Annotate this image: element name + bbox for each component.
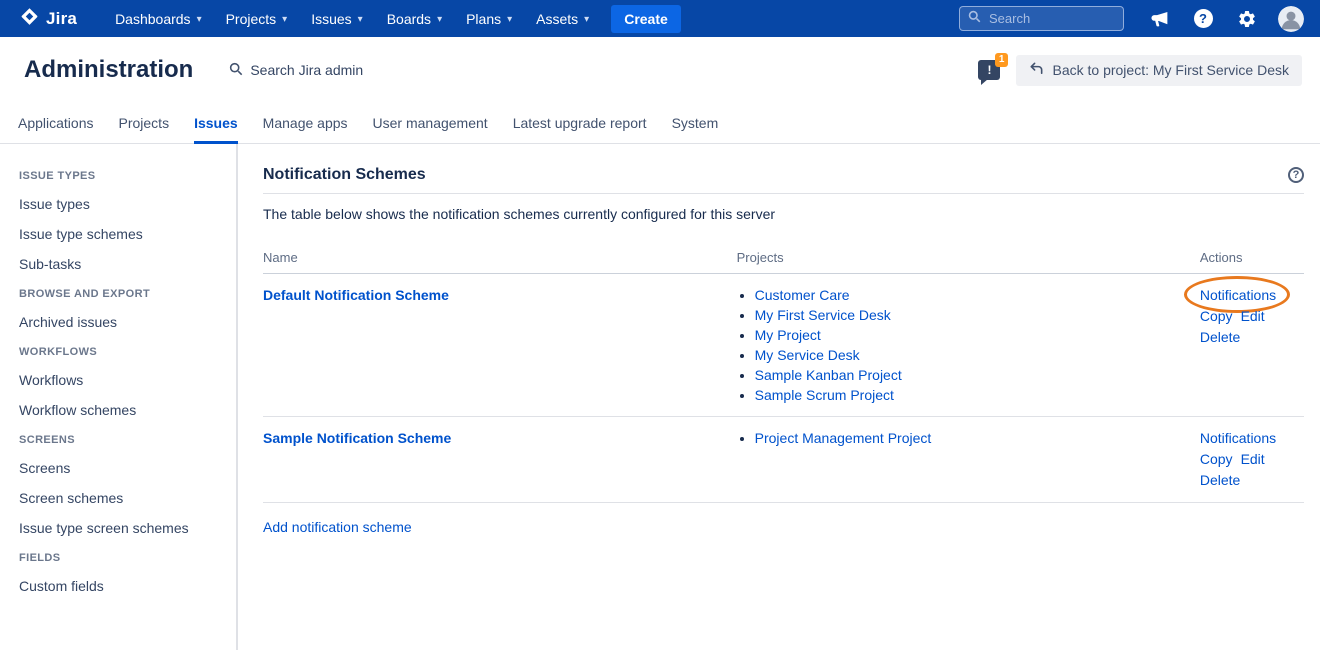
project-link[interactable]: Customer Care xyxy=(755,287,850,303)
section-title: Notification Schemes xyxy=(263,166,426,184)
copy-action-link[interactable]: Copy xyxy=(1200,451,1233,467)
jira-logo-text: Jira xyxy=(46,9,77,29)
sidebar-section-screens: SCREENS xyxy=(19,434,226,446)
nav-item-assets[interactable]: Assets▾ xyxy=(524,0,601,37)
sidebar-item-issue-type-screen-schemes[interactable]: Issue type screen schemes xyxy=(19,518,226,538)
sidebar-section-fields: FIELDS xyxy=(19,552,226,564)
avatar xyxy=(1278,6,1304,32)
back-arrow-icon xyxy=(1029,61,1044,79)
tab-applications[interactable]: Applications xyxy=(18,103,94,144)
tab-user-management[interactable]: User management xyxy=(373,103,488,144)
list-item: Project Management Project xyxy=(755,430,1200,446)
edit-action-link[interactable]: Edit xyxy=(1241,308,1265,324)
admin-search-label: Search Jira admin xyxy=(250,62,363,78)
chevron-down-icon: ▾ xyxy=(584,14,589,25)
top-navigation: Jira Dashboards▾ Projects▾ Issues▾ Board… xyxy=(0,0,1320,37)
feedback-bubble-icon[interactable]: ! 1 xyxy=(978,60,1000,80)
table-row: Sample Notification Scheme Project Manag… xyxy=(263,417,1304,503)
delete-action-link[interactable]: Delete xyxy=(1200,472,1240,488)
chevron-down-icon: ▾ xyxy=(282,14,287,25)
chevron-down-icon: ▾ xyxy=(197,14,202,25)
gear-icon[interactable] xyxy=(1232,4,1262,34)
global-search[interactable] xyxy=(959,6,1124,31)
admin-sidebar: ISSUE TYPES Issue types Issue type schem… xyxy=(0,144,238,650)
admin-header: Administration Search Jira admin ! 1 Bac… xyxy=(0,37,1320,103)
search-icon xyxy=(968,10,981,28)
sidebar-item-issue-type-schemes[interactable]: Issue type schemes xyxy=(19,224,226,244)
nav-item-issues[interactable]: Issues▾ xyxy=(299,0,375,37)
nav-item-dashboards[interactable]: Dashboards▾ xyxy=(103,0,214,37)
page-title: Administration xyxy=(24,56,193,84)
back-to-project-button[interactable]: Back to project: My First Service Desk xyxy=(1016,55,1302,86)
jira-logo[interactable]: Jira xyxy=(20,7,77,31)
admin-tabs: Applications Projects Issues Manage apps… xyxy=(0,103,1320,144)
chevron-down-icon: ▾ xyxy=(358,14,363,25)
edit-action-link[interactable]: Edit xyxy=(1241,451,1265,467)
sidebar-item-sub-tasks[interactable]: Sub-tasks xyxy=(19,254,226,274)
notification-schemes-table: Name Projects Actions Default Notificati… xyxy=(263,250,1304,503)
list-item: Sample Kanban Project xyxy=(755,367,1200,383)
notifications-action-link[interactable]: Notifications xyxy=(1200,430,1276,446)
table-row: Default Notification Scheme Customer Car… xyxy=(263,274,1304,417)
sidebar-section-workflows: WORKFLOWS xyxy=(19,346,226,358)
add-notification-scheme-link[interactable]: Add notification scheme xyxy=(263,519,412,535)
tab-latest-upgrade-report[interactable]: Latest upgrade report xyxy=(513,103,647,144)
nav-item-plans[interactable]: Plans▾ xyxy=(454,0,524,37)
project-link[interactable]: Sample Kanban Project xyxy=(755,367,902,383)
project-link[interactable]: My First Service Desk xyxy=(755,307,891,323)
admin-search[interactable]: Search Jira admin xyxy=(229,62,363,79)
nav-item-projects[interactable]: Projects▾ xyxy=(214,0,300,37)
project-link[interactable]: Project Management Project xyxy=(755,430,932,446)
section-description: The table below shows the notification s… xyxy=(263,206,1304,222)
sidebar-item-custom-fields[interactable]: Custom fields xyxy=(19,576,226,596)
chevron-down-icon: ▾ xyxy=(507,14,512,25)
sidebar-item-screens[interactable]: Screens xyxy=(19,458,226,478)
search-input[interactable] xyxy=(987,10,1107,27)
project-list: Project Management Project xyxy=(737,430,1200,446)
create-button[interactable]: Create xyxy=(611,5,681,33)
column-header-projects: Projects xyxy=(737,250,1200,274)
search-icon xyxy=(229,62,243,79)
chevron-down-icon: ▾ xyxy=(437,14,442,25)
column-header-name: Name xyxy=(263,250,737,274)
tab-system[interactable]: System xyxy=(672,103,719,144)
tab-projects[interactable]: Projects xyxy=(119,103,170,144)
project-list: Customer Care My First Service Desk My P… xyxy=(737,287,1200,403)
list-item: Customer Care xyxy=(755,287,1200,303)
scheme-name-link[interactable]: Sample Notification Scheme xyxy=(263,430,451,446)
sidebar-section-issue-types: ISSUE TYPES xyxy=(19,170,226,182)
nav-item-boards[interactable]: Boards▾ xyxy=(375,0,454,37)
tab-issues[interactable]: Issues xyxy=(194,103,238,144)
sidebar-section-browse-export: BROWSE AND EXPORT xyxy=(19,288,226,300)
help-icon[interactable]: ? xyxy=(1188,4,1218,34)
jira-logo-icon xyxy=(20,7,39,31)
notification-badge: 1 xyxy=(995,53,1009,67)
sidebar-item-archived-issues[interactable]: Archived issues xyxy=(19,312,226,332)
delete-action-link[interactable]: Delete xyxy=(1200,329,1240,345)
column-header-actions: Actions xyxy=(1200,250,1304,274)
user-avatar[interactable] xyxy=(1276,4,1306,34)
list-item: My Project xyxy=(755,327,1200,343)
project-link[interactable]: My Service Desk xyxy=(755,347,860,363)
notifications-action-link[interactable]: Notifications xyxy=(1200,287,1276,303)
help-icon[interactable]: ? xyxy=(1288,167,1304,183)
main-panel: Notification Schemes ? The table below s… xyxy=(238,144,1320,650)
sidebar-item-workflows[interactable]: Workflows xyxy=(19,370,226,390)
sidebar-item-screen-schemes[interactable]: Screen schemes xyxy=(19,488,226,508)
project-link[interactable]: Sample Scrum Project xyxy=(755,387,894,403)
sidebar-item-workflow-schemes[interactable]: Workflow schemes xyxy=(19,400,226,420)
list-item: My Service Desk xyxy=(755,347,1200,363)
project-link[interactable]: My Project xyxy=(755,327,821,343)
scheme-name-link[interactable]: Default Notification Scheme xyxy=(263,287,449,303)
megaphone-icon[interactable] xyxy=(1144,4,1174,34)
tab-manage-apps[interactable]: Manage apps xyxy=(263,103,348,144)
copy-action-link[interactable]: Copy xyxy=(1200,308,1233,324)
list-item: Sample Scrum Project xyxy=(755,387,1200,403)
sidebar-item-issue-types[interactable]: Issue types xyxy=(19,194,226,214)
list-item: My First Service Desk xyxy=(755,307,1200,323)
